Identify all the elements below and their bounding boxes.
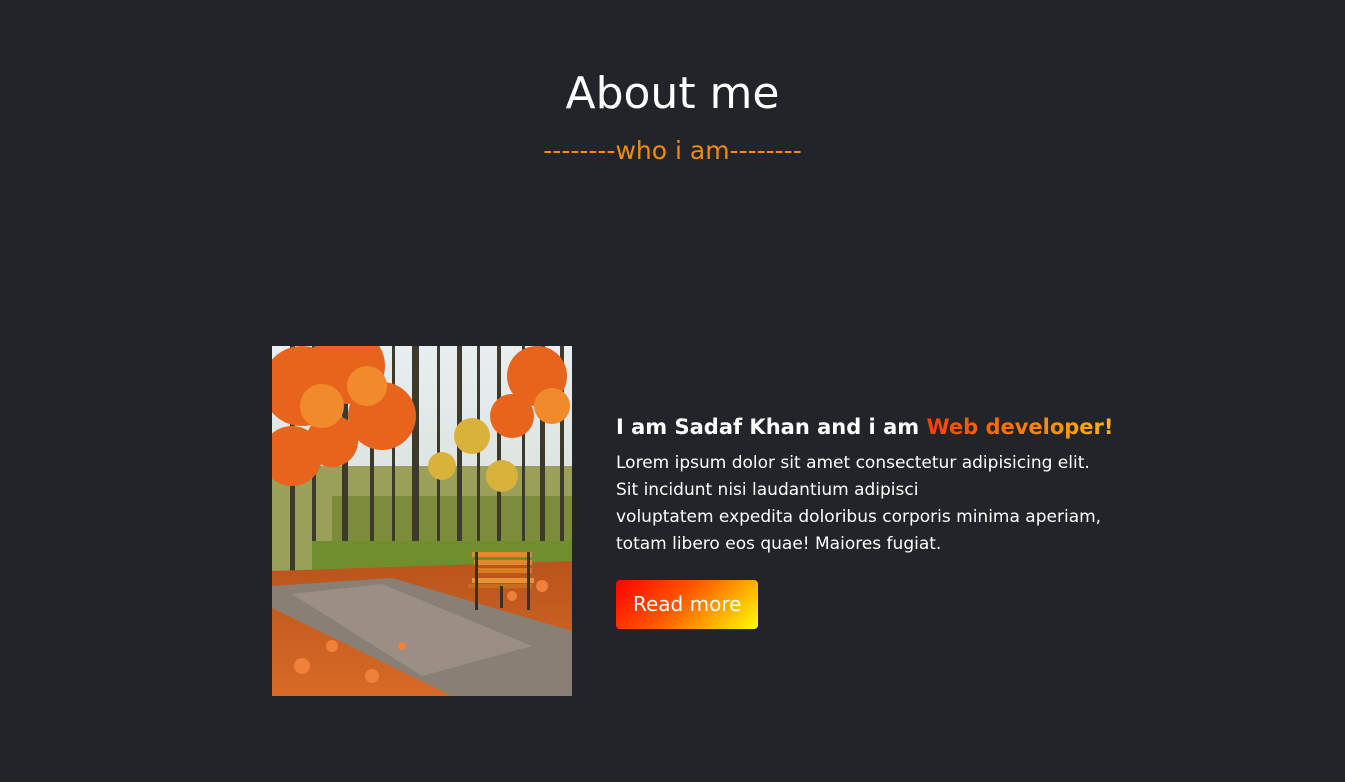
about-content: I am Sadaf Khan and i am Web developer! … <box>616 412 1113 629</box>
read-more-button[interactable]: Read more <box>616 580 759 629</box>
about-description: Lorem ipsum dolor sit amet consectetur a… <box>616 450 1102 558</box>
intro-highlight: Web developer! <box>926 415 1114 439</box>
description-line: Sit incidunt nisi laudantium adipisci <box>616 480 919 500</box>
about-section: About me --------who i am-------- I am S… <box>0 0 1345 782</box>
intro-heading: I am Sadaf Khan and i am Web developer! <box>616 412 1113 442</box>
section-title: About me <box>565 68 780 119</box>
description-line: voluptatem expedita doloribus corporis m… <box>616 507 1102 527</box>
section-subtitle: --------who i am-------- <box>543 136 802 165</box>
description-line: Lorem ipsum dolor sit amet consectetur a… <box>616 453 1090 473</box>
autumn-park-photo <box>272 346 572 696</box>
description-line: totam libero eos quae! Maiores fugiat. <box>616 534 942 554</box>
intro-prefix: I am Sadaf Khan and i am <box>616 415 927 439</box>
